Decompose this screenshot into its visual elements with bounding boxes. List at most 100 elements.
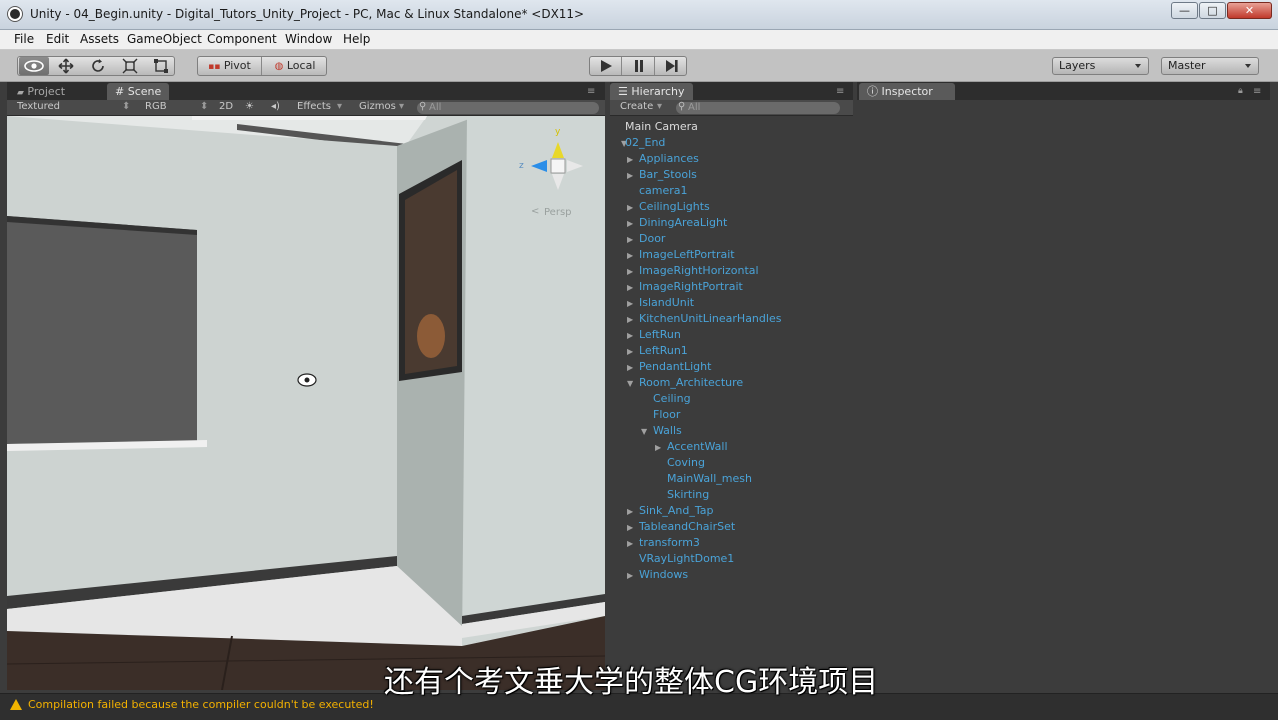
draw-mode-arrow-icon: ⬍	[122, 101, 131, 112]
menu-component[interactable]: Component	[207, 32, 277, 46]
minimize-button[interactable]: —	[1171, 2, 1198, 19]
expand-closed-icon[interactable]: ▶	[627, 251, 633, 260]
rotate-tool-button[interactable]	[82, 57, 113, 75]
hierarchy-item[interactable]: Door	[639, 232, 665, 245]
projection-label[interactable]: Persp	[544, 207, 572, 218]
tab-project[interactable]: ▰ Project	[9, 83, 73, 100]
hierarchy-search-input[interactable]: All	[676, 102, 840, 114]
hierarchy-item[interactable]: Coving	[667, 456, 705, 469]
inspector-menu-icon[interactable]: ≡	[1253, 86, 1261, 97]
hierarchy-item[interactable]: Windows	[639, 568, 688, 581]
tab-scene[interactable]: # Scene	[107, 83, 170, 100]
audio-speaker-icon[interactable]: ◂)	[271, 101, 280, 112]
lock-icon[interactable]: 🔒︎	[1238, 86, 1243, 96]
effects-dropdown[interactable]: Effects	[297, 101, 331, 112]
maximize-button[interactable]: □	[1199, 2, 1226, 19]
expand-open-icon[interactable]: ▼	[627, 379, 633, 388]
expand-closed-icon[interactable]: ▶	[627, 283, 633, 292]
scale-icon	[122, 58, 137, 74]
hierarchy-item[interactable]: 02_End	[625, 136, 665, 149]
hierarchy-item[interactable]: transform3	[639, 536, 700, 549]
hierarchy-item[interactable]: Sink_And_Tap	[639, 504, 713, 517]
hierarchy-item[interactable]: IslandUnit	[639, 296, 694, 309]
tab-hierarchy[interactable]: ☰ Hierarchy	[610, 83, 693, 100]
menu-assets[interactable]: Assets	[80, 32, 119, 46]
expand-closed-icon[interactable]: ▶	[627, 331, 633, 340]
hierarchy-item[interactable]: LeftRun1	[639, 344, 688, 357]
expand-closed-icon[interactable]: ▶	[627, 523, 633, 532]
hierarchy-item[interactable]: ImageLeftPortrait	[639, 248, 735, 261]
hierarchy-item[interactable]: PendantLight	[639, 360, 711, 373]
expand-closed-icon[interactable]: ▶	[627, 219, 633, 228]
expand-closed-icon[interactable]: ▶	[627, 363, 633, 372]
menu-edit[interactable]: Edit	[46, 32, 69, 46]
rotate-icon	[91, 59, 104, 72]
hierarchy-item[interactable]: DiningAreaLight	[639, 216, 727, 229]
expand-closed-icon[interactable]: ▶	[627, 235, 633, 244]
menu-file[interactable]: File	[14, 32, 34, 46]
play-button[interactable]	[590, 57, 622, 75]
gizmos-dropdown[interactable]: Gizmos	[359, 101, 396, 112]
hierarchy-item[interactable]: ImageRightHorizontal	[639, 264, 759, 277]
hierarchy-item[interactable]: Bar_Stools	[639, 168, 697, 181]
hierarchy-item[interactable]: AccentWall	[667, 440, 728, 453]
menu-help[interactable]: Help	[343, 32, 370, 46]
hierarchy-item[interactable]: Floor	[653, 408, 680, 421]
close-button[interactable]: ✕	[1227, 2, 1272, 19]
pivot-toggle[interactable]: ▪▪ Pivot	[198, 57, 262, 75]
expand-closed-icon[interactable]: ▶	[627, 315, 633, 324]
scene-panel-menu-icon[interactable]: ≡	[587, 86, 595, 97]
render-mode-dropdown[interactable]: RGB	[145, 101, 167, 112]
lighting-sun-icon[interactable]: ☀	[245, 101, 254, 112]
hierarchy-item[interactable]: MainWall_mesh	[667, 472, 752, 485]
hierarchy-item[interactable]: Room_Architecture	[639, 376, 743, 389]
status-message[interactable]: Compilation failed because the compiler …	[28, 698, 374, 711]
hierarchy-item[interactable]: VRayLightDome1	[639, 552, 734, 565]
create-dropdown[interactable]: Create	[620, 101, 653, 112]
hierarchy-item[interactable]: LeftRun	[639, 328, 681, 341]
scene-view[interactable]: y z < Persp	[7, 116, 605, 690]
local-toggle[interactable]: ◍ Local	[263, 57, 327, 75]
hierarchy-item[interactable]: Skirting	[667, 488, 709, 501]
expand-closed-icon[interactable]: ▶	[627, 507, 633, 516]
hierarchy-item[interactable]: CeilingLights	[639, 200, 710, 213]
hierarchy-item[interactable]: Walls	[653, 424, 682, 437]
gizmos-arrow-icon: ▾	[399, 101, 405, 112]
hierarchy-item[interactable]: ImageRightPortrait	[639, 280, 743, 293]
expand-open-icon[interactable]: ▼	[641, 427, 647, 436]
tab-inspector[interactable]: ⓘ Inspector	[859, 83, 955, 100]
scene-search-input[interactable]: All	[417, 102, 599, 114]
expand-closed-icon[interactable]: ▶	[627, 539, 633, 548]
orientation-gizmo[interactable]	[519, 124, 589, 202]
transform-tools	[17, 56, 175, 76]
tab-hierarchy-label: Hierarchy	[631, 85, 685, 98]
step-icon	[665, 60, 678, 72]
hierarchy-item[interactable]: Appliances	[639, 152, 699, 165]
hierarchy-item[interactable]: TableandChairSet	[639, 520, 735, 533]
expand-closed-icon[interactable]: ▶	[627, 571, 633, 580]
move-tool-button[interactable]	[50, 57, 81, 75]
hierarchy-item[interactable]: camera1	[639, 184, 688, 197]
expand-closed-icon[interactable]: ▶	[627, 171, 633, 180]
expand-closed-icon[interactable]: ▶	[627, 203, 633, 212]
mode-2d-toggle[interactable]: 2D	[219, 101, 233, 112]
menu-window[interactable]: Window	[285, 32, 332, 46]
rect-tool-button[interactable]	[146, 57, 175, 75]
hierarchy-item[interactable]: Main Camera	[625, 120, 698, 133]
layout-dropdown[interactable]: Master	[1161, 57, 1259, 75]
step-button[interactable]	[656, 57, 687, 75]
hierarchy-item[interactable]: KitchenUnitLinearHandles	[639, 312, 781, 325]
view-tool-button[interactable]	[19, 57, 49, 75]
pause-button[interactable]	[623, 57, 655, 75]
menu-gameobject[interactable]: GameObject	[127, 32, 202, 46]
expand-closed-icon[interactable]: ▶	[627, 155, 633, 164]
expand-closed-icon[interactable]: ▶	[655, 443, 661, 452]
hierarchy-menu-icon[interactable]: ≡	[836, 86, 844, 97]
scale-tool-button[interactable]	[114, 57, 145, 75]
expand-closed-icon[interactable]: ▶	[627, 267, 633, 276]
draw-mode-dropdown[interactable]: Textured	[17, 101, 60, 112]
layers-dropdown[interactable]: Layers	[1052, 57, 1149, 75]
hierarchy-item[interactable]: Ceiling	[653, 392, 691, 405]
expand-closed-icon[interactable]: ▶	[627, 299, 633, 308]
expand-closed-icon[interactable]: ▶	[627, 347, 633, 356]
